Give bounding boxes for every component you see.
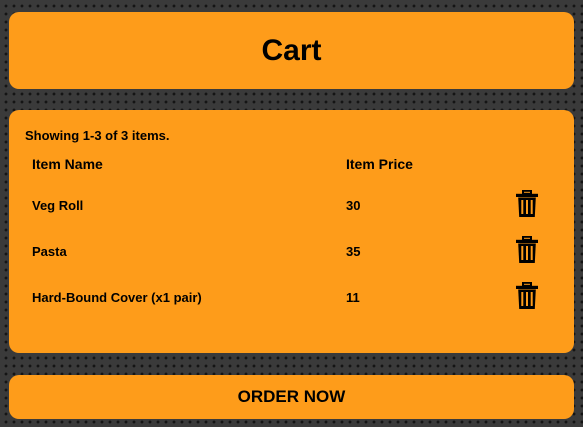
table-row: Pasta 35 [25,228,557,274]
item-name: Pasta [32,243,67,259]
delete-item-button[interactable] [513,235,541,265]
order-now-button[interactable]: ORDER NOW [9,375,574,419]
item-actions [496,274,557,320]
trash-icon [515,236,538,263]
delete-item-button[interactable] [513,281,541,311]
column-header-actions [496,146,557,182]
trash-icon [515,282,538,309]
item-name: Hard-Bound Cover (x1 pair) [32,289,202,305]
item-price: 11 [346,289,360,305]
header-panel: Cart [9,12,574,89]
page-title: Cart [261,33,322,67]
cart-table: Item Name Item Price Veg Roll 30 Pasta 3… [25,146,557,320]
item-price: 30 [346,197,361,213]
order-now-label: ORDER NOW [237,387,346,406]
column-header-item-price: Item Price [346,156,413,172]
item-name: Veg Roll [32,197,84,213]
column-header-item-name: Item Name [32,156,103,172]
table-row: Veg Roll 30 [25,182,557,228]
cart-panel: Showing 1-3 of 3 items. Item Name Item P… [9,110,574,353]
item-actions [496,182,557,228]
delete-item-button[interactable] [513,189,541,219]
cart-summary: Showing 1-3 of 3 items. [25,128,170,143]
table-header-row: Item Name Item Price [25,146,557,182]
item-price: 35 [346,243,361,259]
table-row: Hard-Bound Cover (x1 pair) 11 [25,274,557,320]
trash-icon [515,190,538,217]
item-actions [496,228,557,274]
